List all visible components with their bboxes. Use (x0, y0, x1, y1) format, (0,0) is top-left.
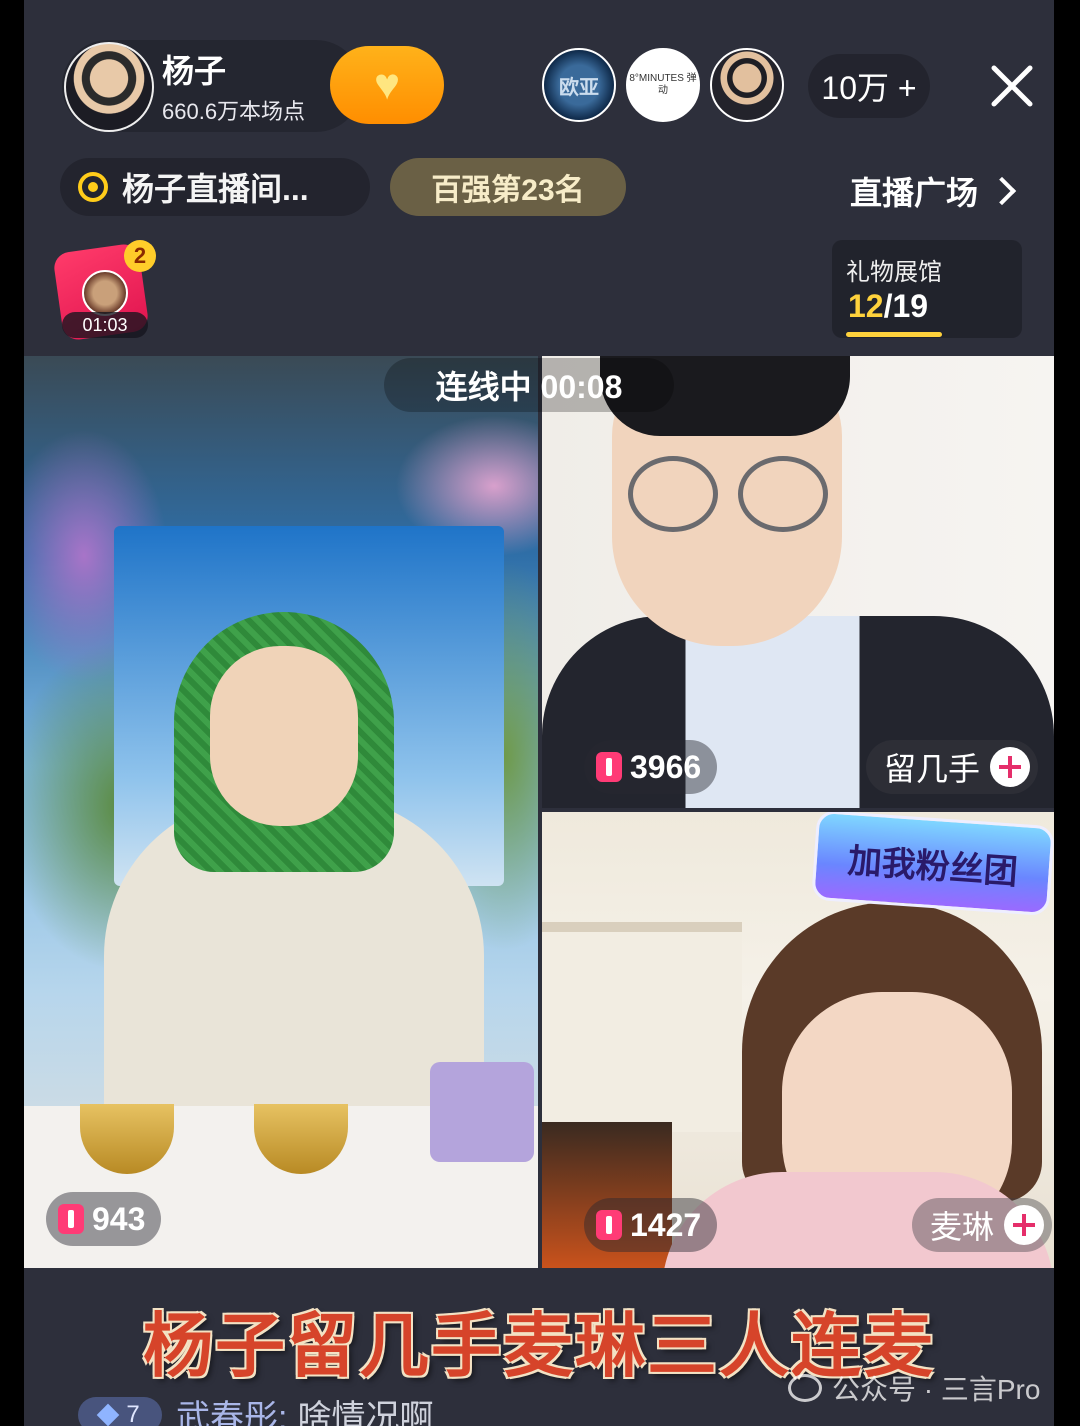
red-packet-timer: 01:03 (62, 312, 148, 338)
purple-box (430, 1062, 534, 1162)
follow-plus-icon[interactable] (990, 747, 1031, 787)
score-value: 1427 (630, 1206, 702, 1243)
video-pane-guest-2[interactable]: 加我粉丝团 1427 麦琳 (542, 812, 1054, 1268)
live-room: 杨子 660.6万本场点 ♥ 欧亚 8°MINUTES 弹动 10万 + 杨子直… (24, 0, 1054, 1426)
comment-text: 啥情况啊 (297, 1399, 434, 1426)
score-value: 3966 (630, 748, 702, 785)
fire-icon (78, 172, 108, 202)
follow-plus-icon[interactable] (1004, 1205, 1045, 1245)
chat-message[interactable]: 7 武春彤: 啥情况啊 (78, 1390, 433, 1426)
chevron-right-icon (987, 176, 1017, 206)
host-name: 杨子 (162, 53, 227, 89)
gift-hall-title: 礼物展馆 (846, 259, 942, 286)
mantel (542, 922, 742, 1132)
watermark-text: 公众号 · 三言Pro (832, 1374, 1041, 1405)
wechat-icon (788, 1374, 822, 1402)
red-packet-badge: 2 (124, 240, 156, 272)
gift-hall-current: 12 (848, 288, 884, 324)
gift-hall-underline (846, 332, 942, 337)
red-packet-avatar (82, 270, 128, 316)
host-face (210, 646, 358, 826)
viewer-avatar-2[interactable]: 8°MINUTES 弹动 (626, 48, 700, 122)
co-host-video-grid: 943 3966 留几手 加我粉丝团 1427 麦琳 连线中 00:08 (24, 356, 1054, 1268)
viewer-2-label: 8°MINUTES 弹动 (629, 73, 697, 96)
heart-plus-icon: ♥ (373, 60, 401, 109)
level-badge: 7 (78, 1396, 162, 1426)
score-icon (596, 752, 622, 782)
viewer-avatar-1[interactable]: 欧亚 (542, 48, 616, 122)
host-avatar[interactable] (64, 42, 154, 132)
guest-1-name-chip[interactable]: 留几手 (866, 740, 1039, 794)
score-chip-guest-1[interactable]: 3966 (584, 740, 718, 794)
rank-badge[interactable]: 百强第23名 (390, 158, 626, 216)
room-name: 杨子直播间... (122, 171, 309, 207)
follow-button[interactable]: ♥ (330, 46, 444, 124)
viewer-avatar-3[interactable] (710, 48, 784, 122)
fan-club-banner[interactable]: 加我粉丝团 (811, 812, 1054, 917)
video-pane-guest-1[interactable]: 3966 留几手 (542, 356, 1054, 808)
viewer-1-label: 欧亚 (559, 76, 599, 99)
plaza-label: 直播广场 (850, 175, 979, 211)
gift-hall-total: /19 (883, 288, 929, 324)
guest-1-name: 留几手 (884, 751, 981, 787)
glasses (628, 456, 828, 532)
level-value: 7 (126, 1400, 140, 1426)
close-icon[interactable] (988, 62, 1036, 110)
video-pane-host[interactable]: 943 (24, 356, 538, 1268)
gift-hall-progress: 12/19 (848, 288, 928, 325)
viewer-count[interactable]: 10万 + (808, 54, 930, 118)
score-icon (58, 1204, 84, 1234)
diamond-icon (96, 1403, 120, 1426)
score-chip-host[interactable]: 943 (46, 1192, 162, 1246)
link-status: 连线中 00:08 (384, 358, 674, 412)
score-chip-guest-2[interactable]: 1427 (584, 1198, 718, 1252)
score-icon (596, 1210, 622, 1240)
room-chip[interactable]: 杨子直播间... (60, 158, 370, 216)
guest-2-name: 麦琳 (930, 1209, 995, 1245)
host-points: 660.6万本场点 (162, 99, 306, 124)
comment-user: 武春彤: (176, 1399, 288, 1426)
watermark: 公众号 · 三言Pro (788, 1368, 1040, 1408)
score-value: 943 (92, 1200, 146, 1237)
live-plaza-link[interactable]: 直播广场 (850, 168, 1017, 214)
guest-2-name-chip[interactable]: 麦琳 (912, 1198, 1053, 1252)
